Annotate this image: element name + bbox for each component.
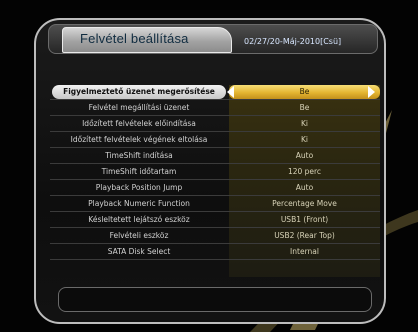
menu-value: USB1 (Front) bbox=[280, 215, 329, 224]
menu-label: Időzített felvételek előindítása bbox=[82, 119, 196, 128]
menu-value: 120 perc bbox=[287, 167, 322, 176]
menu-row-prestart[interactable]: Időzített felvételek előindítása Ki bbox=[50, 117, 380, 132]
menu-value: Auto bbox=[295, 183, 314, 192]
menu-label: TimeShift indítása bbox=[105, 151, 173, 160]
menu-label: Figyelmeztető üzenet megerősítése bbox=[52, 85, 226, 99]
menu-row-position-jump[interactable]: Playback Position Jump Auto bbox=[50, 181, 380, 196]
menu-value: Ki bbox=[300, 135, 308, 144]
date-time: 02/27/20-Máj-2010[Csü] bbox=[244, 37, 342, 46]
menu-value: Internal bbox=[290, 247, 319, 256]
menu-row-timeshift-start[interactable]: TimeShift indítása Auto bbox=[50, 149, 380, 164]
menu-row-warning-confirm[interactable]: Figyelmeztető üzenet megerősítése Be bbox=[50, 85, 380, 100]
menu-row-sata-disk[interactable]: SATA Disk Select Internal bbox=[50, 245, 380, 260]
arrow-right-icon[interactable] bbox=[368, 86, 375, 98]
menu-row-numeric-function[interactable]: Playback Numeric Function Percentage Mov… bbox=[50, 197, 380, 212]
menu-value: Be bbox=[229, 85, 380, 99]
menu-label: SATA Disk Select bbox=[107, 247, 171, 256]
menu-value: Auto bbox=[295, 151, 314, 160]
page-title: Felvétel beállítása bbox=[80, 31, 189, 46]
menu-label: Késleltetett lejátszó eszköz bbox=[88, 215, 190, 224]
info-footer bbox=[58, 287, 372, 312]
menu-row-end-offset[interactable]: Időzített felvételek végének eltolása Ki bbox=[50, 133, 380, 148]
menu-row-delayed-player-device[interactable]: Késleltetett lejátszó eszköz USB1 (Front… bbox=[50, 213, 380, 228]
menu-row-timeshift-duration[interactable]: TimeShift időtartam 120 perc bbox=[50, 165, 380, 180]
menu-label: Playback Numeric Function bbox=[88, 199, 190, 208]
menu-label: Playback Position Jump bbox=[95, 183, 183, 192]
menu-value: USB2 (Rear Top) bbox=[274, 231, 335, 240]
menu-value: Be bbox=[299, 103, 310, 112]
settings-menu: Figyelmeztető üzenet megerősítése Be Fel… bbox=[50, 85, 380, 275]
menu-value: Percentage Move bbox=[272, 199, 337, 208]
menu-label: TimeShift időtartam bbox=[101, 167, 177, 176]
menu-value: Ki bbox=[300, 119, 308, 128]
menu-row-recording-device[interactable]: Felvételi eszköz USB2 (Rear Top) bbox=[50, 229, 380, 244]
menu-label: Felvétel megállítási üzenet bbox=[88, 103, 190, 112]
arrow-left-icon[interactable] bbox=[227, 86, 234, 98]
menu-label: Időzített felvételek végének eltolása bbox=[70, 135, 208, 144]
menu-row-stop-message[interactable]: Felvétel megállítási üzenet Be bbox=[50, 101, 380, 116]
menu-label: Felvételi eszköz bbox=[109, 231, 169, 240]
